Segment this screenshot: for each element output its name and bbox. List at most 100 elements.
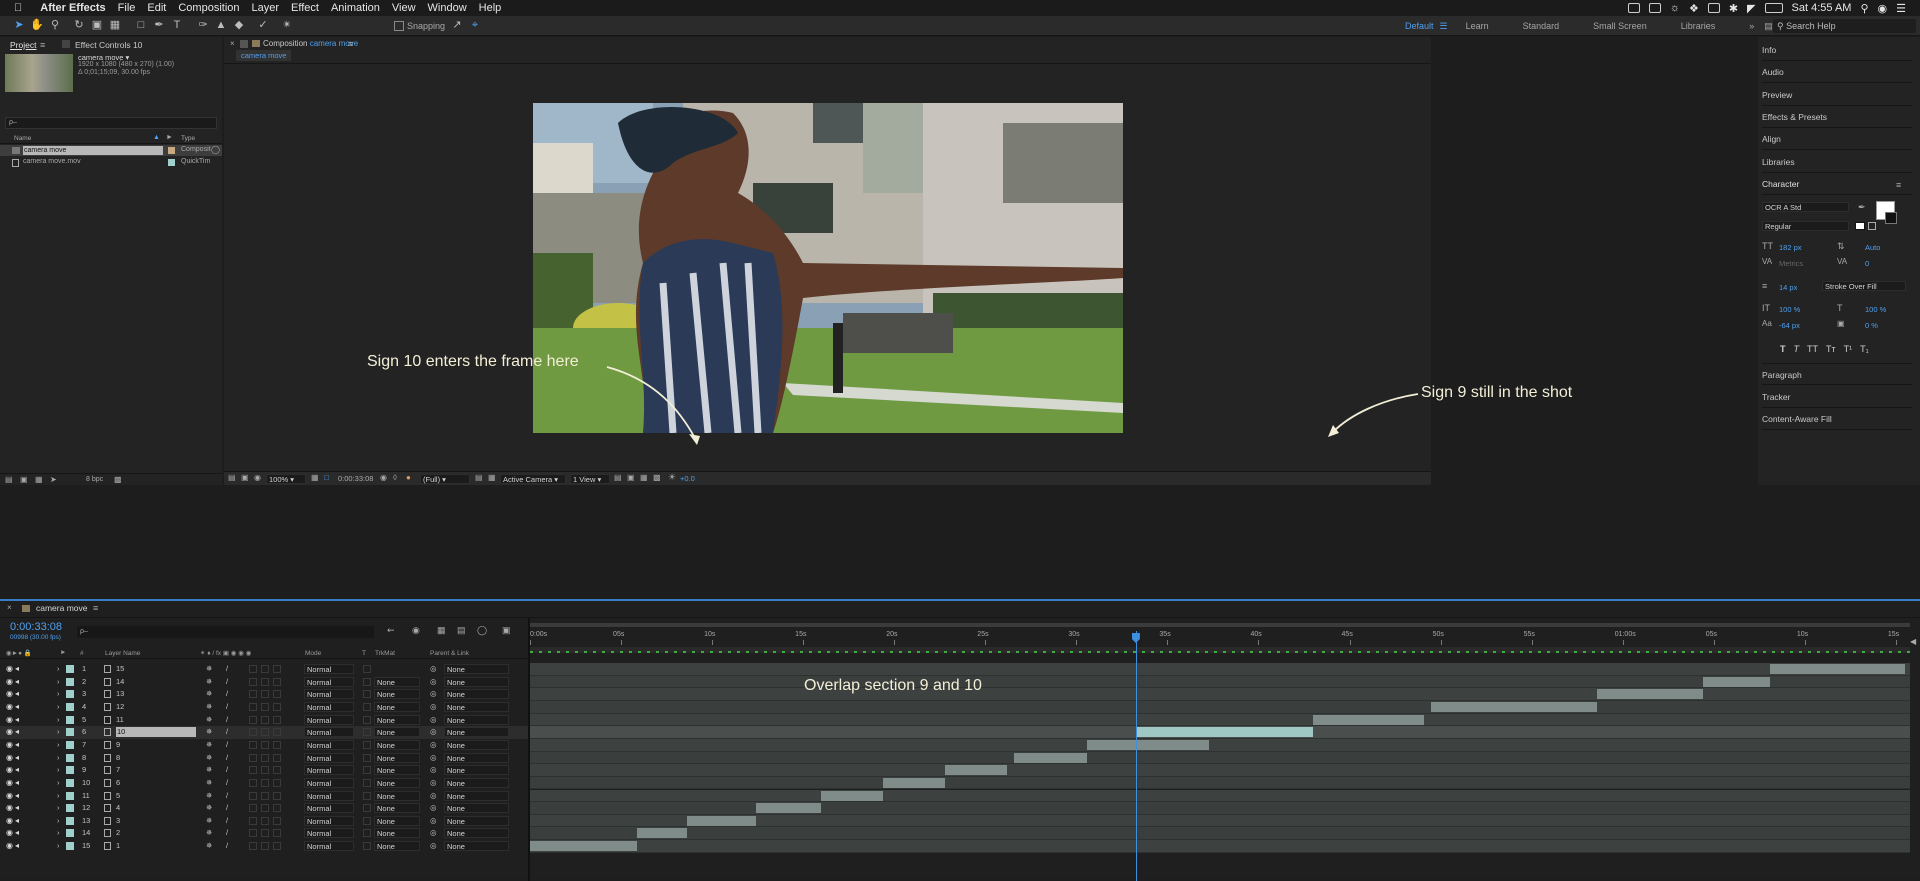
safe-margins-icon[interactable]: ▦ [311, 473, 319, 482]
layer-row[interactable]: ◉ ◂ › 11 5 ✵ / Normal None ◎ None [0, 790, 528, 803]
comp-flow-tab[interactable]: camera move [236, 50, 292, 61]
flowchart-icon[interactable]: ◯ [211, 145, 220, 154]
blend-mode-select[interactable]: Normal [304, 714, 354, 725]
layer-track[interactable] [530, 814, 1910, 828]
roto-brush-tool-icon[interactable]: ✓ [256, 18, 270, 32]
menu-list-icon[interactable]: ☰ [1896, 2, 1906, 15]
expand-icon[interactable]: › [57, 752, 60, 765]
blend-mode-select[interactable]: Normal [304, 664, 354, 674]
switch-box[interactable] [249, 690, 257, 699]
layer-name[interactable]: 14 [116, 676, 124, 689]
layer-track[interactable] [530, 688, 1910, 701]
quality-switch-icon[interactable]: / [226, 764, 228, 777]
puppet-tool-icon[interactable]: ✴ [280, 18, 294, 32]
workspace-overflow-icon[interactable]: » [1749, 21, 1754, 31]
layer-row[interactable]: ◉ ◂ › 5 11 ✵ / Normal None ◎ None [0, 714, 528, 727]
eye-icon[interactable]: ◉ [6, 815, 13, 828]
quality-switch-icon[interactable]: / [226, 815, 228, 828]
subscript-button[interactable]: T₁ [1860, 344, 1869, 354]
tab-project[interactable]: Project [10, 37, 36, 53]
eyedropper-icon[interactable]: ✒ [1858, 202, 1866, 213]
font-size-value[interactable]: 182 px [1779, 243, 1802, 252]
menu-file[interactable]: File [118, 2, 136, 14]
quality-switch-icon[interactable]: / [226, 802, 228, 815]
workspace-libraries[interactable]: Libraries [1681, 21, 1716, 31]
layer-name[interactable]: 10 [116, 727, 196, 738]
switch-box[interactable] [261, 778, 269, 787]
screen-icon[interactable] [1627, 3, 1640, 13]
audio-icon[interactable]: ◂ [15, 840, 19, 853]
switch-box[interactable] [249, 791, 257, 800]
pen-tool-icon[interactable]: ✒ [152, 18, 166, 32]
app-menu[interactable]: After Effects [40, 2, 105, 14]
motion-blur-icon[interactable]: ◯ [477, 625, 487, 636]
switch-box[interactable] [273, 715, 281, 724]
collapse-switch-icon[interactable]: ✵ [206, 802, 212, 815]
dropbox-icon[interactable]: ❖ [1689, 2, 1699, 15]
parent-select[interactable]: None [444, 689, 509, 700]
panel-info[interactable]: Info [1762, 39, 1912, 61]
audio-icon[interactable]: ◂ [15, 777, 19, 790]
exposure-icon[interactable]: ☀ [668, 472, 676, 483]
pick-whip-icon[interactable]: ◎ [430, 790, 437, 803]
blend-mode-select[interactable]: Normal [304, 739, 354, 750]
switch-box[interactable] [261, 690, 269, 699]
preserve-transparency-toggle[interactable] [363, 665, 371, 673]
panel-menu-icon[interactable]: ≡ [93, 603, 98, 613]
parent-select[interactable]: None [444, 714, 509, 725]
mask-visibility-icon[interactable]: ◉ [254, 473, 261, 482]
switch-box[interactable] [249, 804, 257, 813]
quality-switch-icon[interactable]: / [226, 752, 228, 765]
label-tag-icon[interactable]: ► [166, 134, 173, 141]
switch-box[interactable] [261, 677, 269, 686]
no-fill-icon[interactable] [1868, 222, 1876, 230]
search-help-input[interactable]: ⚲ Search Help [1773, 19, 1916, 33]
layer-track[interactable] [530, 827, 1910, 841]
expand-icon[interactable]: › [57, 663, 60, 676]
workspace-default[interactable]: Default [1405, 21, 1434, 31]
layer-track[interactable] [530, 764, 1910, 777]
collapse-switch-icon[interactable]: ✵ [206, 752, 212, 765]
current-time[interactable]: 0:00:33:08 [10, 621, 62, 633]
pick-whip-icon[interactable]: ◎ [430, 802, 437, 815]
workspace-menu-icon[interactable]: ☰ [1440, 21, 1448, 32]
parent-select[interactable]: None [444, 777, 509, 788]
workspace-learn[interactable]: Learn [1466, 21, 1489, 31]
bit-depth-button[interactable]: 8 bpc [86, 476, 103, 483]
blend-mode-select[interactable]: Normal [304, 727, 354, 738]
audio-icon[interactable]: ◂ [15, 827, 19, 840]
switch-box[interactable] [261, 791, 269, 800]
switch-box[interactable] [261, 753, 269, 762]
label-color[interactable] [66, 665, 74, 673]
blend-mode-select[interactable]: Normal [304, 815, 354, 826]
blend-mode-select[interactable]: Normal [304, 752, 354, 763]
layer-duration-bar[interactable] [821, 790, 884, 801]
timeline-icon[interactable]: ▣ [627, 473, 635, 482]
expand-icon[interactable]: › [57, 688, 60, 701]
pick-whip-icon[interactable]: ◎ [430, 739, 437, 752]
switch-box[interactable] [249, 728, 257, 737]
all-caps-button[interactable]: TT [1807, 344, 1818, 354]
camera-view-select[interactable]: Active Camera ▾ [500, 474, 566, 484]
label-color[interactable] [66, 829, 74, 838]
layer-name[interactable]: 12 [116, 701, 124, 714]
expand-icon[interactable]: › [57, 714, 60, 727]
layer-row[interactable]: ◉ ◂ › 13 3 ✵ / Normal None ◎ None [0, 815, 528, 828]
menu-window[interactable]: Window [428, 2, 467, 14]
preserve-transparency-toggle[interactable] [363, 728, 371, 737]
parent-select[interactable]: None [444, 765, 509, 776]
layer-row[interactable]: ◉ ◂ › 14 2 ✵ / Normal None ◎ None [0, 827, 528, 840]
label-color[interactable] [66, 791, 74, 800]
swap-colors-icon[interactable] [1855, 222, 1865, 230]
collapse-switch-icon[interactable]: ✵ [206, 688, 212, 701]
blend-mode-select[interactable]: Normal [304, 689, 354, 700]
track-matte-select[interactable]: None [374, 701, 420, 712]
pick-whip-icon[interactable]: ◎ [430, 827, 437, 840]
stroke-color-swatch[interactable] [1885, 212, 1897, 224]
eye-icon[interactable]: ◉ [6, 663, 13, 676]
switch-box[interactable] [273, 690, 281, 699]
switch-box[interactable] [261, 665, 269, 673]
pan-behind-tool-icon[interactable]: ▦ [108, 18, 122, 32]
quality-switch-icon[interactable]: / [226, 726, 228, 739]
quality-switch-icon[interactable]: / [226, 840, 228, 853]
